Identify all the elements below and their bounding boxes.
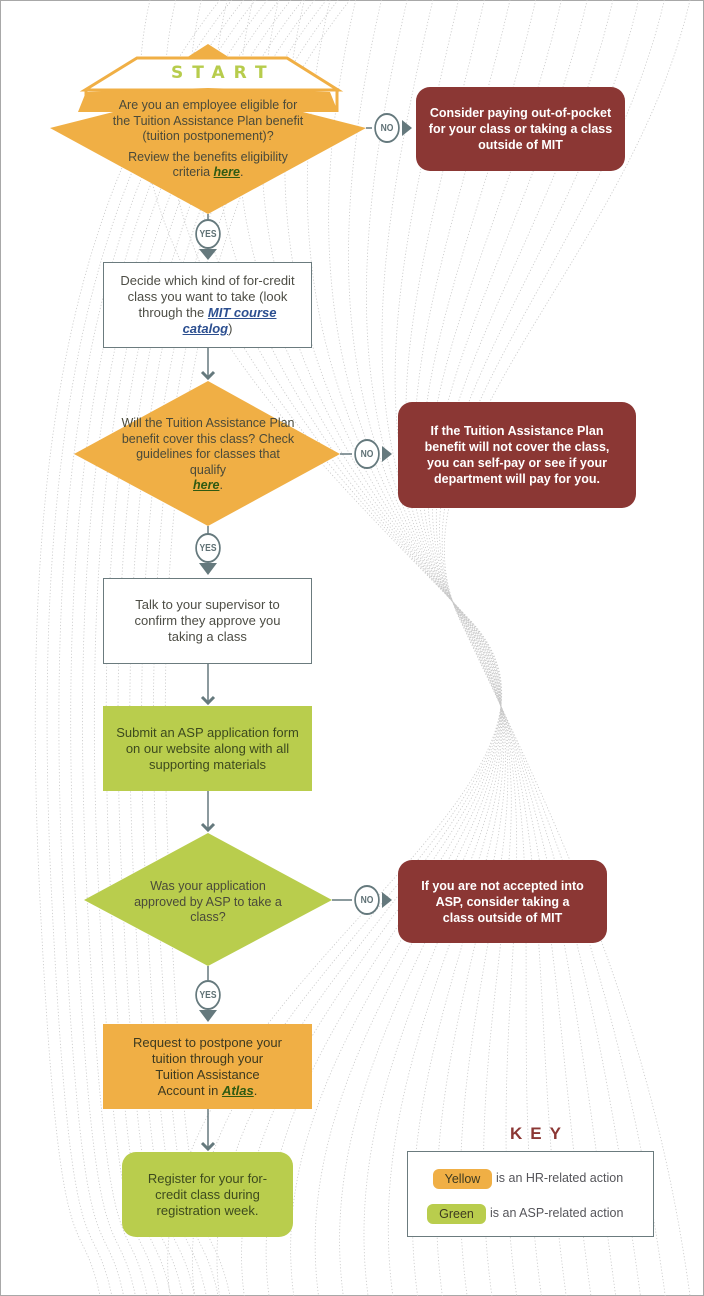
decision-1-criteria-text: criteria [172, 165, 214, 179]
outcome-self-pay: If the Tuition Assistance Plan benefit w… [398, 402, 636, 508]
decision-1-line: Review the benefits eligibility [128, 149, 288, 164]
arrow-right-icon [382, 892, 392, 908]
yes-badge: YES [195, 980, 221, 1010]
punctuation: ) [228, 321, 233, 336]
punctuation: . [239, 165, 244, 179]
outcome-pay-out-of-pocket: Consider paying out-of-pocket for your c… [416, 87, 625, 171]
decision-2-question: Will the Tuition Assistance Plan benefit… [121, 416, 295, 477]
key-title: KEY [510, 1124, 569, 1143]
key-yellow-swatch: Yellow [433, 1169, 492, 1189]
dotted-curve [435, 0, 617, 1296]
no-badge: NO [374, 113, 400, 143]
decision-2-text: Will the Tuition Assistance Plan benefit… [117, 416, 299, 494]
outcome-not-accepted: If you are not accepted into ASP, consid… [398, 860, 607, 943]
decision-1-line: (tuition postponement)? [142, 129, 274, 143]
step-request-text: Request to postpone your tuition through… [133, 1034, 282, 1098]
dotted-curve [421, 0, 542, 1296]
punctuation: . [253, 1082, 258, 1098]
arrow-down-icon [199, 1010, 217, 1022]
step-talk-to-supervisor: Talk to your supervisor to confirm they … [103, 578, 312, 664]
dotted-curve [381, 0, 506, 1296]
dotted-curve [366, 0, 505, 1296]
start-label: START [171, 63, 276, 83]
yes-badge: YES [195, 219, 221, 249]
key-legend: Yellow is an HR-related action Green is … [407, 1151, 654, 1237]
step-submit-application: Submit an ASP application form on our we… [103, 706, 312, 791]
step-register: Register for your for-credit class durin… [122, 1152, 293, 1237]
qualifying-classes-link[interactable]: here [193, 478, 219, 492]
key-green-swatch: Green [427, 1204, 486, 1224]
dotted-curve [348, 0, 504, 1296]
decision-1-text: Are you an employee eligible for the Tui… [100, 98, 316, 181]
dotted-curve [405, 0, 512, 1296]
yes-badge: YES [195, 533, 221, 563]
arrow-down-icon [199, 563, 217, 575]
eligibility-criteria-link[interactable]: here [214, 165, 240, 179]
key-yellow-desc: is an HR-related action [496, 1171, 624, 1185]
dotted-curve [431, 0, 592, 1296]
dotted-curve [328, 0, 503, 1296]
dotted-curve [427, 0, 567, 1296]
atlas-link[interactable]: Atlas [222, 1083, 254, 1098]
dotted-curve [414, 0, 518, 1296]
dotted-curve [306, 0, 502, 1296]
arrow-down-icon [199, 249, 217, 260]
no-badge: NO [354, 439, 380, 469]
dotted-curve [441, 0, 666, 1296]
step-request-postpone: Request to postpone your tuition through… [103, 1024, 312, 1109]
decision-1-line: the Tuition Assistance Plan benefit [112, 113, 304, 128]
dotted-curve [394, 0, 509, 1296]
decision-1-line: criteria here. [100, 165, 316, 181]
decision-1-line: Are you an employee eligible for [118, 98, 298, 112]
punctuation: . [219, 478, 223, 492]
key-green-desc: is an ASP-related action [490, 1206, 624, 1220]
dotted-curve [284, 0, 502, 1296]
step-decide-class: Decide which kind of for-credit class yo… [103, 262, 312, 348]
decision-3-text: Was your application approved by ASP to … [134, 879, 282, 924]
arrow-right-icon [402, 120, 412, 136]
no-badge: NO [354, 885, 380, 915]
dotted-curve [439, 0, 641, 1296]
